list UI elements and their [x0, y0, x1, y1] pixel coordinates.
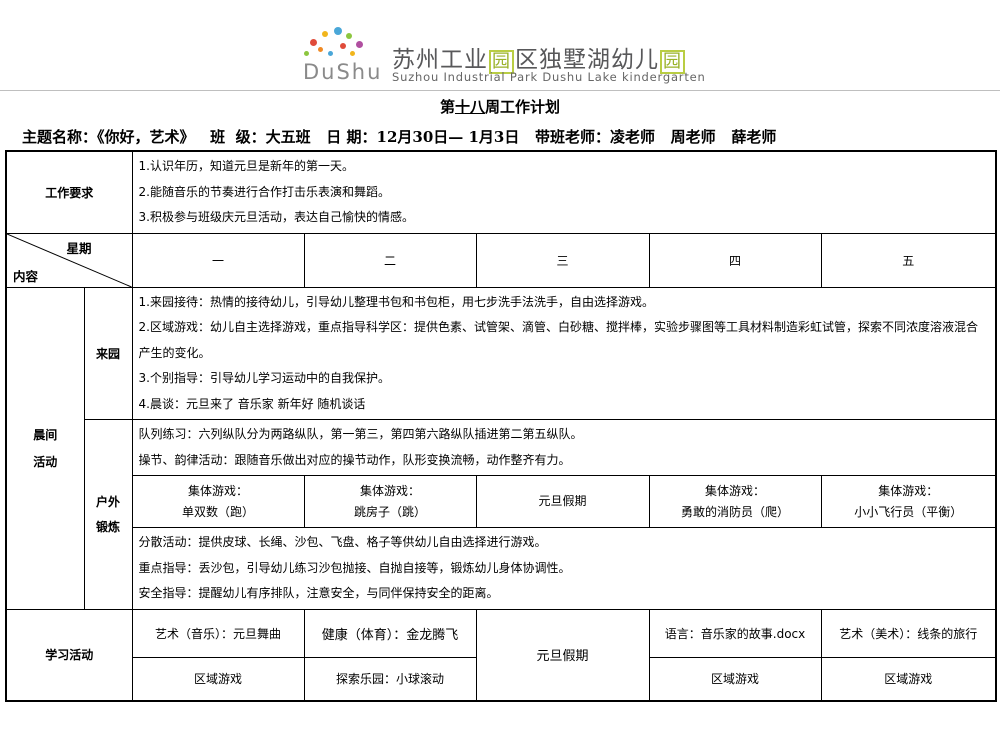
outdoor-bottom-row: 分散活动：提供皮球、长绳、沙包、飞盘、格子等供幼儿自由选择进行游戏。 重点指导：…: [6, 527, 997, 610]
day-monday: 一: [131, 232, 305, 288]
outdoor-games-row: 集体游戏： 单双数（跑） 集体游戏： 跳房子（跳） 元旦假期 集体游戏： 勇敢的消防员…: [6, 475, 997, 528]
game-cell-friday: 集体游戏： 小小飞行员（平衡）: [820, 475, 997, 528]
weekly-plan-table: 工作要求 1.认识年历，知道元旦是新年的第一天。 2.能随音乐的节奏进行合作打击…: [5, 150, 998, 702]
list-item: 1.来园接待：热情的接待幼儿，引导幼儿整理书包和书包柜，用七步洗手法洗手，自由选…: [138, 294, 654, 309]
page-header: DuShu 苏州工业园区独墅湖幼儿园 Suzhou Industrial Par…: [0, 0, 1000, 92]
list-item: 重点指导：丢沙包，引导幼儿练习沙包抛接、自抛自接等，锻炼幼儿身体协调性。: [138, 560, 571, 575]
arrival-row: 晨间 活动 来园 1.来园接待：热情的接待幼儿，引导幼儿整理书包和书包柜，用七步洗…: [5, 286, 997, 610]
list-item: 队列练习：六列纵队分为两路纵队，第一第三，第四第六路纵队插进第二第五纵队。: [138, 427, 583, 441]
requirements-content: 1.认识年历，知道元旦是新年的第一天。 2.能随音乐的节奏进行合作打击乐表演和舞…: [131, 150, 997, 234]
game-cell-tuesday: 集体游戏： 跳房子（跳）: [303, 475, 477, 528]
list-item: 安全指导：提醒幼儿有序排队，注意安全，与同伴保持安全的距离。: [138, 586, 499, 600]
outdoor-exercise-label: 户外 锻炼: [83, 419, 133, 610]
learning-monday: 艺术（音乐）：元旦舞曲: [131, 608, 305, 658]
requirements-row: 工作要求 1.认识年历，知道元旦是新年的第一天。 2.能随音乐的节奏进行合作打击…: [5, 150, 997, 234]
list-item: 4.晨谈：元旦来了 音乐家 新年好 随机谈话: [138, 396, 366, 411]
game-cell-monday: 集体游戏： 单双数（跑）: [131, 475, 305, 528]
arrival-label: 来园: [83, 286, 133, 420]
list-item: 1.认识年历，知道元旦是新年的第一天。: [138, 159, 354, 173]
diagonal-header-cell: 星期 内容: [5, 232, 133, 288]
arrival-content: 1.来园接待：热情的接待幼儿，引导幼儿整理书包和书包柜，用七步洗手法洗手，自由选…: [131, 286, 997, 420]
area-game-thursday: 区域游戏: [648, 656, 822, 702]
weekday-label: 星期: [66, 240, 92, 256]
day-wednesday: 三: [475, 232, 650, 288]
list-item: 2.能随音乐的节奏进行合作打击乐表演和舞蹈。: [138, 184, 390, 199]
school-name-en: Suzhou Industrial Park Dushu Lake kinder…: [392, 70, 706, 84]
list-item: 操节、韵律活动：跟随音乐做出对应的操节动作，队形变换流畅，动作整齐有力。: [138, 452, 571, 467]
outdoor-bottom-content: 分散活动：提供皮球、长绳、沙包、飞盘、格子等供幼儿自由选择进行游戏。 重点指导：…: [131, 527, 997, 610]
learning-row-1: 学习活动 艺术（音乐）：元旦舞曲 健康（体育）：金龙腾飞 元旦假期 语言：音乐家…: [5, 608, 997, 702]
learning-wednesday-holiday: 元旦假期: [475, 608, 650, 702]
list-item: 3.积极参与班级庆元旦活动，表达自己愉快的情感。: [138, 210, 414, 224]
area-game-tuesday: 探索乐园：小球滚动: [303, 656, 477, 702]
list-item: 分散活动：提供皮球、长绳、沙包、飞盘、格子等供幼儿自由选择进行游戏。: [138, 535, 547, 549]
learning-friday: 艺术（美术）：线条的旅行: [820, 608, 997, 658]
page-title: 第十八周工作计划: [439, 98, 561, 116]
game-cell-wednesday: 元旦假期: [475, 475, 650, 528]
day-tuesday: 二: [303, 232, 477, 288]
learning-tuesday: 健康（体育）：金龙腾飞: [303, 608, 477, 658]
list-item: 2.区域游戏：幼儿自主选择游戏，重点指导科学区：提供色素、试管架、滴管、白砂糖、…: [138, 320, 978, 360]
day-friday: 五: [820, 232, 997, 288]
game-cell-thursday: 集体游戏： 勇敢的消防员（爬）: [648, 475, 822, 528]
school-name-cn: 苏州工业园区独墅湖幼儿园: [392, 40, 686, 74]
area-game-friday: 区域游戏: [820, 656, 997, 702]
header-divider: [0, 90, 1000, 91]
list-item: 3.个别指导：引导幼儿学习运动中的自我保护。: [138, 371, 390, 385]
learning-thursday: 语言：音乐家的故事.docx: [648, 608, 822, 658]
content-label: 内容: [13, 268, 39, 284]
outdoor-top-row: 户外 锻炼 队列练习：六列纵队分为两路纵队，第一第三，第四第六路纵队插进第二第五纵…: [6, 419, 997, 610]
weekday-header-row: 星期 内容 一 二 三 四 五: [5, 232, 997, 288]
requirements-label: 工作要求: [5, 150, 133, 234]
day-thursday: 四: [648, 232, 822, 288]
area-game-monday: 区域游戏: [131, 656, 305, 702]
outdoor-top-content: 队列练习：六列纵队分为两路纵队，第一第三，第四第六路纵队插进第二第五纵队。 操节…: [131, 419, 997, 476]
learning-activity-label: 学习活动: [5, 608, 133, 702]
logo-wordmark: DuShu: [303, 60, 383, 84]
plan-info-line: 主题名称：《你好，艺术》 班 级：大五班 日 期：12月30日— 1月3日 带班…: [22, 128, 777, 146]
week-number: 十八: [454, 98, 485, 116]
morning-activity-label: 晨间 活动: [5, 286, 85, 610]
